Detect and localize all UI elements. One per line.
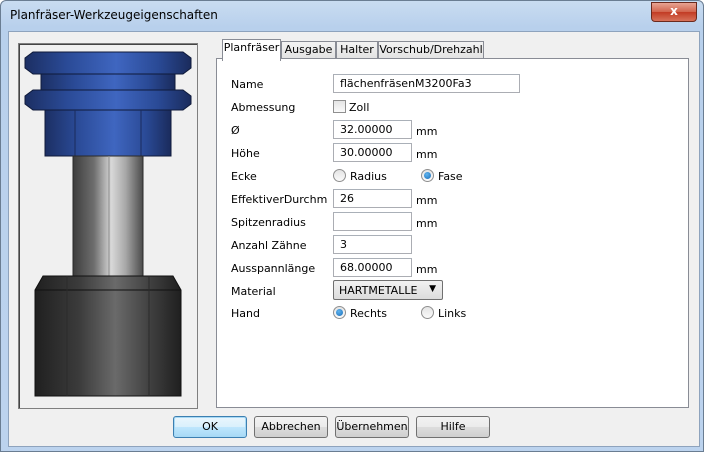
radius-option-label: Radius <box>350 170 387 183</box>
fase-radio[interactable] <box>421 169 434 182</box>
hilfe-button[interactable]: Hilfe <box>416 416 490 438</box>
material-selected-value: HARTMETALLE <box>339 284 418 297</box>
rechts-radio[interactable] <box>333 306 346 319</box>
tab-halter[interactable]: Halter <box>336 41 378 59</box>
radius-radio[interactable] <box>333 169 346 182</box>
links-option-label: Links <box>438 307 467 320</box>
diameter-field[interactable]: 32.00000 <box>333 120 412 139</box>
holder-neck <box>40 73 176 91</box>
ausspannlaenge-label: Ausspannlänge <box>231 262 316 275</box>
tool-preview <box>18 43 198 409</box>
effektiv-label: EffektiverDurchm <box>231 193 328 206</box>
zoll-checkbox[interactable] <box>333 100 346 113</box>
effektiv-unit: mm <box>416 194 438 207</box>
ecke-label: Ecke <box>231 170 257 183</box>
ausspannlaenge-field[interactable]: 68.00000 <box>333 258 412 277</box>
zaehne-label: Anzahl Zähne <box>231 239 307 252</box>
diameter-label: Ø <box>231 124 240 137</box>
tab-panel-planfraeser: Name flächenfräsenM3200Fa3 Abmessung Zol… <box>216 58 689 408</box>
uebernehmen-button[interactable]: Übernehmen <box>335 416 409 438</box>
tab-ausgabe[interactable]: Ausgabe <box>281 41 336 59</box>
hand-label: Hand <box>231 307 260 320</box>
zoll-label: Zoll <box>349 101 370 114</box>
abmessung-label: Abmessung <box>231 101 296 114</box>
title-bar[interactable]: Planfräser-Werkzeugeigenschaften x <box>1 1 703 31</box>
effektiv-field[interactable]: 26 <box>333 189 412 208</box>
dialog-client-area: Planfräser Ausgabe Halter Vorschub/Drehz… <box>8 31 700 447</box>
dialog-window: Planfräser-Werkzeugeigenschaften x Planf… <box>0 0 704 452</box>
links-radio[interactable] <box>421 306 434 319</box>
spitzenradius-field[interactable] <box>333 212 412 231</box>
tab-planfraeser[interactable]: Planfräser <box>222 39 281 61</box>
tool-preview-image <box>24 51 192 397</box>
rechts-option-label: Rechts <box>350 307 387 320</box>
hoehe-field[interactable]: 30.00000 <box>333 143 412 162</box>
spitzenradius-unit: mm <box>416 217 438 230</box>
cutter-head <box>34 275 182 397</box>
window-title: Planfräser-Werkzeugeigenschaften <box>10 8 218 22</box>
zaehne-field[interactable]: 3 <box>333 235 412 254</box>
spitzenradius-label: Spitzenradius <box>231 216 306 229</box>
material-select[interactable]: HARTMETALLE ▼ <box>333 280 443 300</box>
abbrechen-button[interactable]: Abbrechen <box>254 416 328 438</box>
ok-button[interactable]: OK <box>173 416 247 438</box>
ausspannlaenge-unit: mm <box>416 263 438 276</box>
material-label: Material <box>231 285 276 298</box>
hoehe-label: Höhe <box>231 147 260 160</box>
tool-shank <box>72 155 144 277</box>
chevron-down-icon: ▼ <box>429 284 436 294</box>
holder-body <box>44 109 172 157</box>
name-field[interactable]: flächenfräsenM3200Fa3 <box>333 74 520 93</box>
fase-option-label: Fase <box>438 170 463 183</box>
tab-vorschub-drehzahl[interactable]: Vorschub/Drehzahl <box>378 41 484 59</box>
holder-top-flange <box>24 51 192 75</box>
name-label: Name <box>231 78 264 91</box>
close-button[interactable]: x <box>651 2 697 22</box>
hoehe-unit: mm <box>416 148 438 161</box>
holder-bottom-flange <box>24 89 192 111</box>
diameter-unit: mm <box>416 125 438 138</box>
